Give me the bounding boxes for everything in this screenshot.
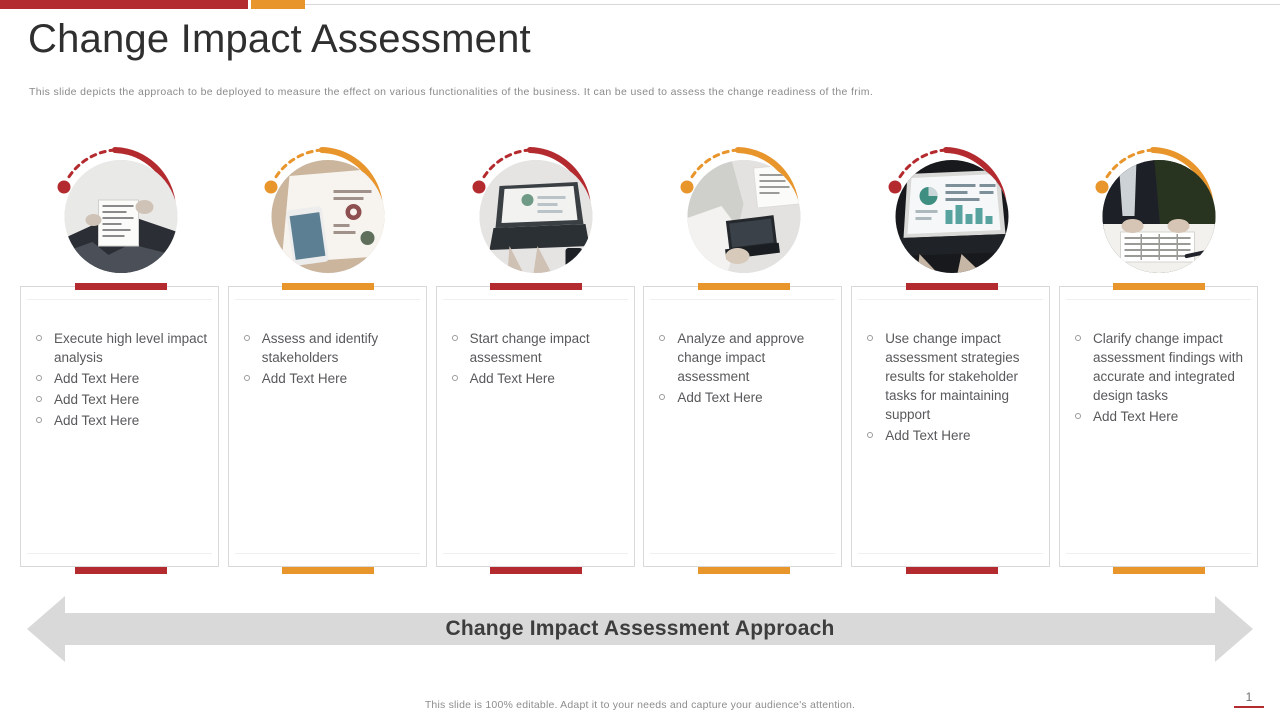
content-card[interactable]: Use change impact assessment strategies …: [851, 286, 1051, 567]
photo-hands-typing-on-laptop: [479, 160, 593, 273]
content-card[interactable]: Assess and identify stakeholders Add Text…: [227, 286, 427, 567]
content-card[interactable]: Execute high level impact analysis Add Te…: [20, 286, 219, 567]
top-decorative-bar: [0, 0, 1280, 9]
content-card[interactable]: Clarify change impact assessment finding…: [1058, 286, 1258, 567]
card-inner-rule-top: [234, 299, 420, 300]
page-number-container: 1: [1232, 690, 1266, 708]
photo-person-working-on-laptop-with-papers: [687, 160, 801, 273]
accent-bar-bottom: [282, 567, 375, 574]
card-inner-rule-top: [858, 299, 1044, 300]
list-item[interactable]: Add Text Here: [241, 369, 418, 388]
page-number: 1: [1245, 690, 1253, 704]
card-inner-rule-bottom: [858, 553, 1044, 554]
list-item[interactable]: Use change impact assessment strategies …: [864, 329, 1041, 424]
photo-person-working-on-laptop-with-papers: [687, 160, 801, 273]
list-item[interactable]: Execute high level impact analysis: [33, 329, 210, 367]
photo-phone-and-charts-on-desk: [271, 160, 385, 273]
accent-bar-bottom: [490, 567, 583, 574]
list-item[interactable]: Assess and identify stakeholders: [241, 329, 418, 367]
accent-bar-bottom: [697, 567, 790, 574]
circle-block: [228, 140, 429, 280]
content-card[interactable]: Analyze and approve change impact assess…: [643, 286, 843, 567]
list-item[interactable]: Add Text Here: [33, 369, 210, 388]
accent-bar-top: [74, 283, 167, 290]
top-bar-red-segment: [0, 0, 248, 9]
list-item[interactable]: Add Text Here: [656, 388, 833, 407]
photo-person-reading-document: [64, 160, 177, 273]
bullet-list: Analyze and approve change impact assess…: [656, 329, 833, 409]
footer-note: This slide is 100% editable. Adapt it to…: [424, 699, 856, 711]
bullet-list: Use change impact assessment strategies …: [864, 329, 1041, 447]
photo-hands-typing-on-laptop: [479, 160, 593, 273]
circle-block: [20, 140, 221, 280]
list-item[interactable]: Add Text Here: [1072, 407, 1249, 426]
process-column-3: Start change impact assessment Add Text H…: [435, 140, 637, 580]
accent-bar-top: [1113, 283, 1206, 290]
process-column-1: Execute high level impact analysis Add Te…: [20, 140, 221, 580]
list-item[interactable]: Analyze and approve change impact assess…: [656, 329, 833, 386]
list-item[interactable]: Add Text Here: [449, 369, 626, 388]
photo-person-reading-document: [64, 160, 177, 273]
process-column-5: Use change impact assessment strategies …: [851, 140, 1052, 580]
page-title: Change Impact Assessment: [28, 17, 531, 61]
photo-phone-and-charts-on-desk: [271, 160, 385, 273]
top-bar-orange-segment: [251, 0, 305, 9]
page-number-underline: [1234, 706, 1264, 708]
top-bar-gray-rule: [305, 4, 1280, 5]
circle-block: [643, 140, 844, 280]
accent-bar-bottom: [74, 567, 167, 574]
accent-bar-bottom: [1113, 567, 1206, 574]
circle-block: [436, 140, 637, 280]
page-subtitle: This slide depicts the approach to be de…: [29, 86, 874, 98]
card-inner-rule-bottom: [234, 553, 420, 554]
process-column-2: Assess and identify stakeholders Add Text…: [227, 140, 429, 580]
card-inner-rule-bottom: [1065, 553, 1251, 554]
circle-block: [851, 140, 1052, 280]
card-inner-rule-top: [442, 299, 628, 300]
content-card[interactable]: Start change impact assessment Add Text H…: [435, 286, 635, 567]
accent-bar-top: [282, 283, 375, 290]
list-item[interactable]: Clarify change impact assessment finding…: [1072, 329, 1249, 405]
list-item[interactable]: Add Text Here: [864, 426, 1041, 445]
card-inner-rule-top: [27, 299, 212, 300]
card-inner-rule-bottom: [27, 553, 212, 554]
card-inner-rule-top: [650, 299, 836, 300]
circle-block: [1059, 140, 1260, 280]
bullet-list: Clarify change impact assessment finding…: [1072, 329, 1249, 428]
photo-businessman-reviewing-spreadsheet: [1102, 160, 1216, 273]
photo-laptop-dashboard-analytics: [895, 160, 1009, 273]
list-item[interactable]: Add Text Here: [33, 411, 210, 430]
accent-bar-top: [905, 283, 998, 290]
photo-laptop-dashboard-analytics: [895, 160, 1009, 273]
arrow-band-label: Change Impact Assessment Approach: [445, 617, 835, 640]
bullet-list: Execute high level impact analysis Add Te…: [33, 329, 210, 432]
bullet-list: Assess and identify stakeholders Add Text…: [241, 329, 418, 390]
accent-bar-top: [697, 283, 790, 290]
card-inner-rule-top: [1065, 299, 1251, 300]
list-item[interactable]: Add Text Here: [33, 390, 210, 409]
card-inner-rule-bottom: [650, 553, 836, 554]
list-item[interactable]: Start change impact assessment: [449, 329, 626, 367]
card-inner-rule-bottom: [442, 553, 628, 554]
accent-bar-top: [490, 283, 583, 290]
bullet-list: Start change impact assessment Add Text H…: [449, 329, 626, 390]
photo-businessman-reviewing-spreadsheet: [1102, 160, 1216, 273]
accent-bar-bottom: [905, 567, 998, 574]
process-column-6: Clarify change impact assessment finding…: [1058, 140, 1260, 580]
process-arrow-band: Change Impact Assessment Approach: [27, 590, 1253, 668]
process-column-4: Analyze and approve change impact assess…: [643, 140, 844, 580]
columns-container: Execute high level impact analysis Add Te…: [20, 140, 1260, 580]
